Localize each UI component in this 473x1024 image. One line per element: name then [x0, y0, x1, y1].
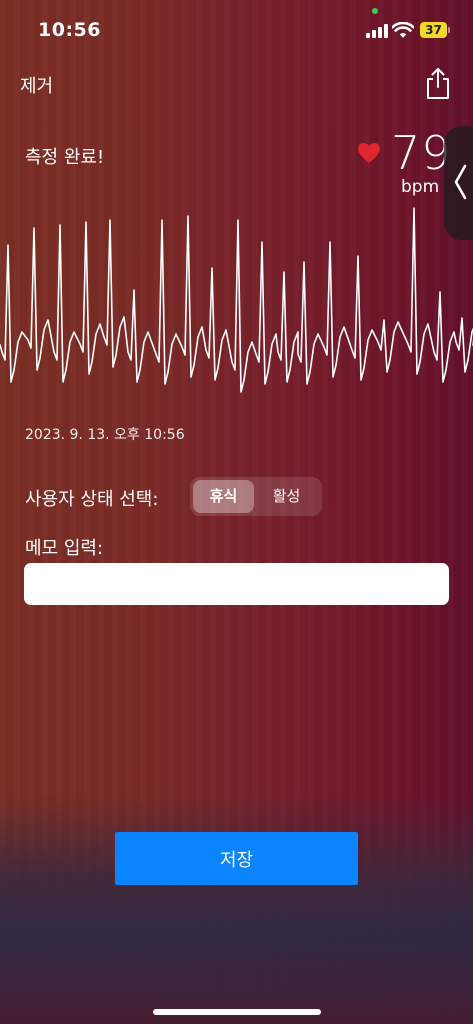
segment-rest[interactable]: 휴식	[193, 480, 254, 513]
home-indicator[interactable]	[153, 1009, 321, 1015]
chevron-left-icon	[454, 164, 467, 200]
battery-icon: 37	[420, 22, 450, 38]
remove-button[interactable]: 제거	[20, 72, 53, 98]
battery-level: 37	[420, 22, 447, 38]
bpm-value: 79	[391, 126, 452, 180]
ecg-trace	[0, 207, 473, 393]
heart-icon	[358, 143, 380, 163]
cellular-signal-icon	[366, 24, 388, 38]
share-icon[interactable]	[424, 66, 452, 100]
user-state-segmented-control[interactable]: 휴식 활성	[190, 477, 322, 516]
memo-label: 메모 입력:	[25, 538, 104, 559]
save-button[interactable]: 저장	[115, 832, 358, 885]
wifi-icon	[392, 22, 414, 38]
measurement-timestamp: 2023. 9. 13. 오후 10:56	[25, 427, 185, 443]
camera-indicator-dot	[372, 8, 378, 14]
bottom-gradient	[0, 794, 473, 1024]
status-bar: 10:56 37	[0, 0, 473, 60]
segment-active[interactable]: 활성	[256, 480, 317, 513]
user-state-label: 사용자 상태 선택:	[25, 489, 159, 510]
ecg-waveform	[0, 207, 473, 393]
memo-input[interactable]	[24, 563, 449, 605]
status-time: 10:56	[38, 19, 101, 41]
bpm-unit: bpm	[401, 177, 440, 197]
measurement-status: 측정 완료!	[25, 147, 105, 168]
